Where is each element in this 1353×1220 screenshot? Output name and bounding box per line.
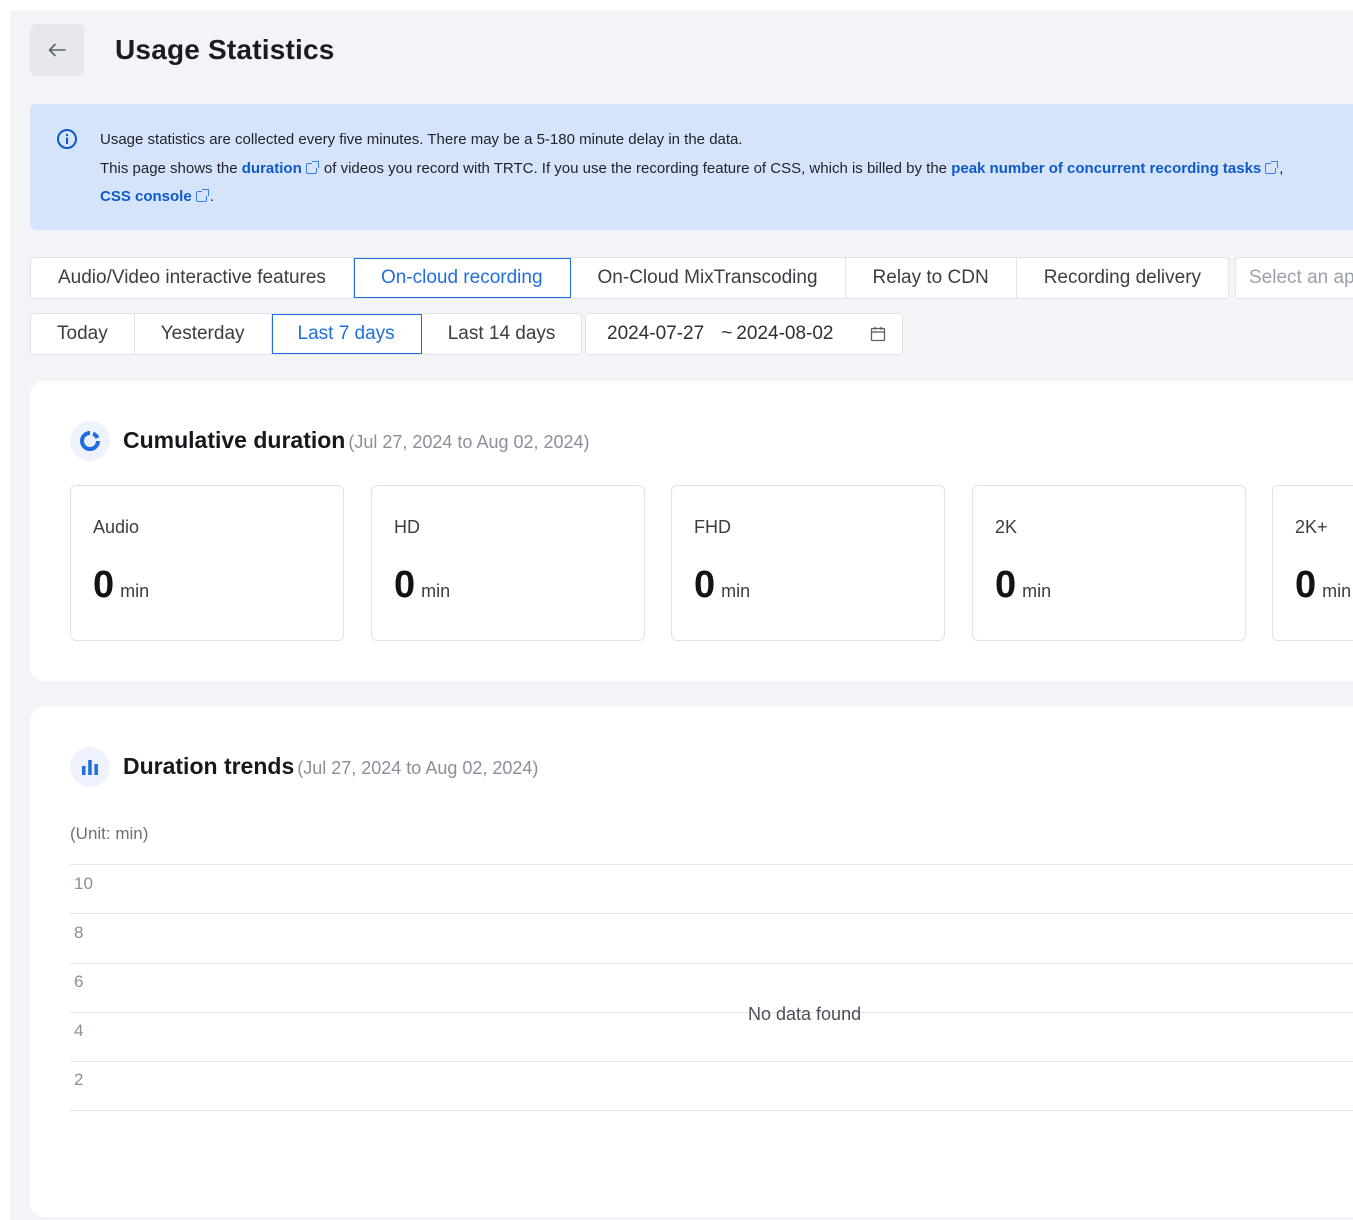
calendar-icon [870,326,886,342]
range-yesterday[interactable]: Yesterday [135,314,272,354]
range-last-14-days[interactable]: Last 14 days [422,314,582,354]
grid-line [70,864,1353,865]
range-last-7-days[interactable]: Last 7 days [271,314,422,354]
notice-line-3: CSS console. [100,183,1283,212]
stat-label: 2K [995,517,1018,537]
stat-number: 0 [995,564,1017,606]
stat-number: 0 [1295,564,1317,606]
duration-trends-title: Duration trends (Jul 27, 2024 to Aug 02, … [123,753,538,780]
usage-statistics-page: Usage Statistics Usage statistics are co… [10,10,1353,1220]
info-icon [57,129,77,149]
grid-line [70,1110,1353,1111]
tab-audio-video-interactive[interactable]: Audio/Video interactive features [31,258,354,298]
stat-card-hd: HD 0 min [371,485,645,641]
tab-relay-to-cdn[interactable]: Relay to CDN [846,258,1017,298]
stat-card-fhd: FHD 0 min [671,485,945,641]
tab-on-cloud-recording[interactable]: On-cloud recording [353,258,571,298]
stat-label: Audio [93,517,140,537]
external-link-icon [305,160,319,174]
grid-line [70,1012,1353,1013]
time-range-tabs: Today Yesterday Last 7 days Last 14 days [30,313,583,355]
notice-line-1: Usage statistics are collected every fiv… [100,131,743,148]
peak-concurrent-tasks-link[interactable]: peak number of concurrent recording task… [951,160,1261,177]
external-link-icon [1265,160,1279,174]
y-tick-label: 2 [74,1070,84,1089]
notice-text-part: This page shows the [100,159,238,177]
stat-number: 0 [394,564,416,606]
y-tick-label: 8 [74,923,84,942]
page-title: Usage Statistics [115,34,335,65]
stat-value: 0 min [93,564,149,607]
external-link-icon [195,189,209,202]
cumulative-duration-title: Cumulative duration (Jul 27, 2024 to Aug … [123,427,590,454]
notice-text-part: , [1279,159,1284,177]
stat-number: 0 [694,564,716,606]
date-separator: ~ [721,323,733,344]
tab-on-cloud-mixtranscoding[interactable]: On-Cloud MixTranscoding [571,258,846,298]
stat-value: 0 min [694,564,750,607]
stat-unit: min [721,581,751,601]
duration-link[interactable]: duration [242,160,302,177]
grid-line [70,1061,1353,1062]
stat-card-2k-plus: 2K+ 0 min [1272,485,1353,641]
no-data-message: No data found [748,1004,862,1024]
date-end: 2024-08-02 [736,323,834,344]
stat-card-audio: Audio 0 min [70,485,344,641]
notice-text: Usage statistics are collected every fiv… [100,126,1283,212]
stat-value: 0 min [995,564,1051,607]
notice-text-part: of videos you record with TRTC. If you u… [323,159,948,177]
y-tick-label: 6 [74,972,84,991]
grid-line [70,913,1353,914]
stat-label: 2K+ [1295,517,1328,537]
section-title-text: Cumulative duration [123,427,346,453]
section-subtitle: (Jul 27, 2024 to Aug 02, 2024) [348,432,590,452]
stat-number: 0 [93,564,115,606]
bar-chart-icon [70,747,110,787]
stat-value: 0 min [1295,564,1351,607]
notice-text-part: . [209,188,214,205]
y-tick-label: 10 [74,874,93,893]
stat-card-2k: 2K 0 min [972,485,1246,641]
y-tick-label: 4 [74,1021,84,1040]
stat-unit: min [1022,581,1052,601]
date-range-picker[interactable]: 2024-07-27 ~ 2024-08-02 [585,313,903,355]
pie-chart-icon [70,421,110,461]
notice-line-2: This page shows the duration of videos y… [100,155,1283,184]
stat-label: HD [394,517,420,537]
css-console-link[interactable]: CSS console [100,188,192,205]
date-start: 2024-07-27 [607,323,705,344]
chart-unit-label: (Unit: min) [70,824,149,843]
duration-trends-card: Duration trends (Jul 27, 2024 to Aug 02, … [30,707,1353,1217]
tab-recording-delivery[interactable]: Recording delivery [1017,258,1228,298]
grid-line [70,963,1353,964]
stat-label: FHD [694,517,731,537]
range-today[interactable]: Today [31,314,135,354]
section-title-text: Duration trends [123,753,295,779]
stat-unit: min [1322,581,1352,601]
back-button[interactable] [30,24,84,76]
cumulative-duration-card: Cumulative duration (Jul 27, 2024 to Aug … [30,381,1353,681]
info-notice: Usage statistics are collected every fiv… [30,104,1353,230]
stat-unit: min [120,581,150,601]
section-subtitle: (Jul 27, 2024 to Aug 02, 2024) [297,758,539,778]
feature-tabs: Audio/Video interactive features On-clou… [30,257,1230,299]
stat-value: 0 min [394,564,450,607]
app-select[interactable]: Select an ap [1235,257,1353,299]
arrow-left-icon [48,43,66,57]
stat-unit: min [421,581,451,601]
